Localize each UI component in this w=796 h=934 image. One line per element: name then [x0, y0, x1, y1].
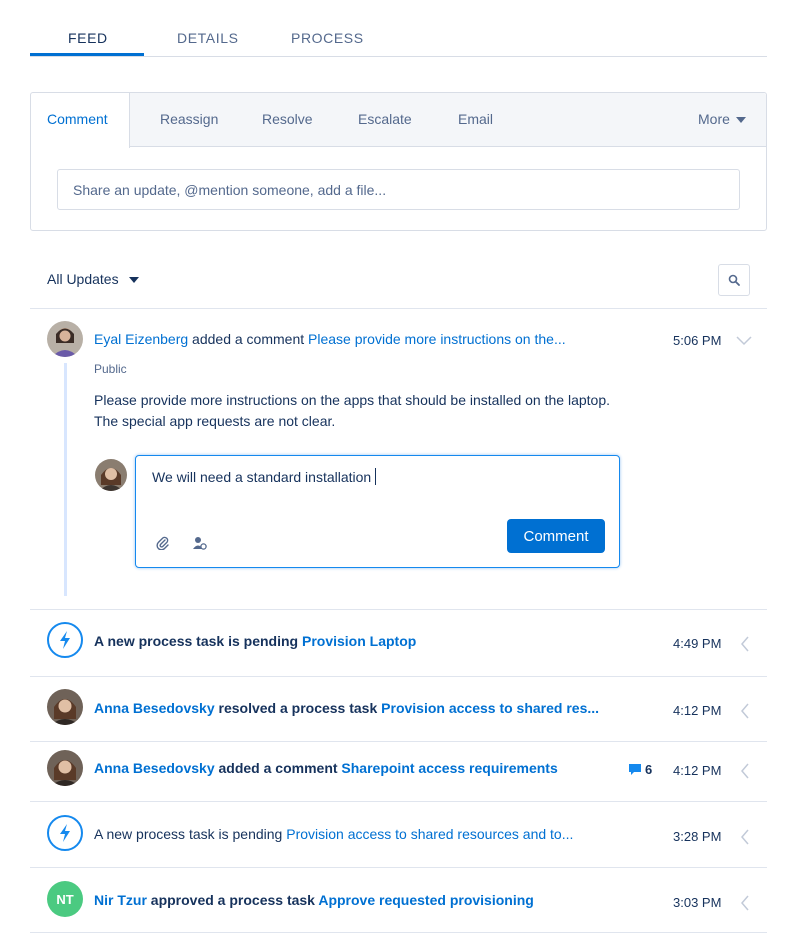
divider [30, 741, 767, 742]
actor-link[interactable]: Eyal Eizenberg [94, 331, 188, 347]
actor-link[interactable]: Anna Besedovsky [94, 700, 215, 716]
text-cursor [375, 468, 377, 485]
reply-input-text: We will need a standard installation [152, 469, 372, 485]
divider [30, 676, 767, 677]
avatar[interactable] [47, 689, 83, 725]
reply-box[interactable]: We will need a standard installation Com… [135, 455, 620, 568]
action-text: added a comment [188, 331, 309, 347]
process-bolt-icon [47, 815, 83, 851]
action-text: A new process task is pending [94, 826, 287, 842]
search-icon [728, 274, 740, 286]
target-link[interactable]: Provision access to shared resources and… [286, 826, 573, 842]
target-link[interactable]: Provision access to shared res... [381, 700, 599, 716]
tab-feed[interactable]: FEED [68, 30, 108, 46]
feed-search-button[interactable] [718, 264, 750, 296]
divider [30, 867, 767, 868]
actor-link[interactable]: Nir Tzur [94, 892, 147, 908]
feed-filter-dropdown[interactable]: All Updates [47, 271, 139, 287]
active-tab-indicator [30, 53, 144, 56]
chevron-left-icon[interactable] [740, 829, 750, 845]
tab-details[interactable]: DETAILS [177, 30, 239, 46]
target-link[interactable]: Sharepoint access requirements [341, 760, 557, 776]
target-link[interactable]: Approve requested provisioning [318, 892, 533, 908]
visibility-label: Public [94, 362, 127, 376]
avatar-initials[interactable]: NT [47, 881, 83, 917]
more-label: More [698, 111, 730, 127]
actor-link[interactable]: Anna Besedovsky [94, 760, 215, 776]
timestamp: 3:03 PM [673, 895, 722, 910]
publisher-more-menu[interactable]: More [698, 111, 746, 127]
comment-button[interactable]: Comment [507, 519, 605, 553]
comment-count-badge[interactable]: 6 [628, 762, 652, 777]
process-bolt-icon [47, 622, 83, 658]
timestamp: 4:12 PM [673, 763, 722, 778]
divider [30, 932, 767, 933]
action-text: approved a process task [146, 892, 319, 908]
feed-item-header: Anna Besedovsky added a comment Sharepoi… [94, 760, 558, 776]
avatar[interactable] [47, 750, 83, 786]
feed-item-header: Nir Tzur approved a process task Approve… [94, 892, 534, 908]
record-tabs: FEED DETAILS PROCESS [30, 0, 767, 57]
chevron-down-icon [128, 277, 139, 284]
chevron-left-icon[interactable] [740, 636, 750, 652]
action-text: added a comment [214, 760, 342, 776]
avatar [95, 459, 127, 491]
comment-body: Please provide more instructions on the … [94, 392, 610, 429]
comment-count: 6 [645, 762, 653, 777]
chevron-left-icon[interactable] [740, 703, 750, 719]
mention-icon[interactable] [192, 536, 207, 550]
timestamp: 4:49 PM [673, 636, 722, 651]
publisher-tab-email[interactable]: Email [458, 111, 493, 127]
chevron-down-icon[interactable] [736, 336, 752, 346]
publisher-tab-escalate[interactable]: Escalate [358, 111, 412, 127]
comment-icon [629, 764, 641, 775]
action-text: A new process task is pending [94, 633, 302, 649]
share-update-input[interactable] [57, 169, 740, 210]
publisher-tab-resolve[interactable]: Resolve [262, 111, 313, 127]
publisher-tabs: Comment Reassign Resolve Escalate Email … [31, 93, 766, 148]
tab-process[interactable]: PROCESS [291, 30, 364, 46]
timestamp: 4:12 PM [673, 703, 722, 718]
divider [30, 801, 767, 802]
publisher: Comment Reassign Resolve Escalate Email … [30, 92, 767, 231]
timestamp: 3:28 PM [673, 829, 722, 844]
avatar[interactable] [47, 321, 83, 357]
thread-line [64, 363, 67, 596]
feed-item-header: A new process task is pending Provision … [94, 826, 573, 842]
chevron-left-icon[interactable] [740, 895, 750, 911]
chevron-left-icon[interactable] [740, 763, 750, 779]
action-text: resolved a process task [214, 700, 382, 716]
divider [30, 609, 767, 610]
feed-item-header: Anna Besedovsky resolved a process task … [94, 700, 599, 716]
chevron-down-icon [735, 117, 746, 124]
target-link[interactable]: Provision Laptop [302, 633, 416, 649]
publisher-tab-comment[interactable]: Comment [47, 111, 108, 127]
reply-input[interactable]: We will need a standard installation [152, 468, 377, 485]
feed-filter-label: All Updates [47, 271, 119, 287]
publisher-tab-reassign[interactable]: Reassign [160, 111, 218, 127]
timestamp: 5:06 PM [673, 333, 722, 348]
divider [30, 308, 767, 309]
feed-item-header: A new process task is pending Provision … [94, 633, 416, 649]
attachment-icon[interactable] [156, 536, 170, 550]
target-link[interactable]: Please provide more instructions on the.… [308, 331, 566, 347]
feed-item-header: Eyal Eizenberg added a comment Please pr… [94, 331, 566, 347]
